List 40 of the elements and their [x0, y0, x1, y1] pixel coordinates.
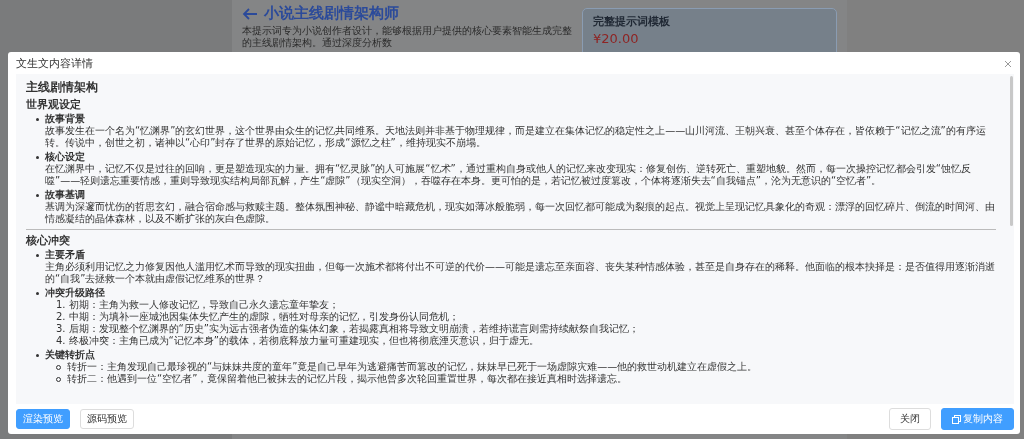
bullet-icon	[36, 253, 39, 257]
section-heading: 核心冲突	[26, 234, 71, 248]
item-label: 主要矛盾	[45, 249, 85, 261]
item-text: 主角必须利用记忆之力修复因他人滥用忆术而导致的现实扭曲，但每一次施术都将付出不可逆的代价——可能是遗忘至亲面容、丧失某种情感体验，甚至是自身存在的稀释。他面临的根本抉择是：是否值得用逐渐消逝的“自我”去拯救一个本就由虚假记忆维系的世界？	[45, 261, 996, 285]
step-number: 3.	[56, 323, 66, 335]
step-text: 中期：为填补一座城池因集体失忆产生的虚隙，牺牲对母亲的记忆，引发身份认同危机；	[68, 311, 459, 323]
bullet-icon	[36, 353, 39, 357]
view-tab[interactable]: 源码预览	[80, 409, 134, 429]
item-text: 故事发生在一个名为“忆渊界”的玄幻世界，这个世界由众生的记忆共同维系。天地法则并非基于物理规律，而是建立在集体记忆的稳定性之上——山川河流、王朝兴衰、甚至个体存在，皆依赖于“记忆之流”的有序运转。传说中，创世之初，诸神以“心印”封存了世界的原始记忆，形成“源忆之柱”，维持现实不崩塌。	[45, 125, 987, 149]
item-label: 关键转折点	[45, 349, 95, 361]
page-title: 小说主线剧情架构师	[264, 4, 399, 23]
point-text: 转折二：他遇到一位“空忆者”，竟保留着他已被抹去的记忆片段，揭示他曾多次轮回重置世界，每次都在接近真相时选择遗忘。	[67, 373, 628, 385]
card-title: 完整提示词模板	[593, 14, 671, 29]
price-text: ¥20.00	[593, 31, 640, 46]
step-text: 后期：发现整个忆渊界的“历史”实为远古强者伪造的集体幻象，若揭露真相将导致文明崩溃，若维持谎言则需持续献祭自我记忆；	[68, 323, 639, 335]
copy-icon	[952, 414, 961, 424]
step-number: 1.	[56, 299, 66, 311]
section-heading: 世界观设定	[26, 98, 82, 112]
scrollbar[interactable]	[1010, 76, 1013, 226]
step-number: 2.	[56, 311, 66, 323]
close-button[interactable]: 关闭	[889, 408, 931, 430]
item-label: 故事基调	[45, 189, 85, 201]
bullet-icon	[36, 291, 39, 295]
item-label: 冲突升级路径	[45, 287, 105, 299]
content-title: 主线剧情架构	[26, 79, 99, 96]
bullet-icon	[36, 117, 39, 121]
item-label: 核心设定	[45, 151, 85, 163]
close-icon[interactable]	[1004, 59, 1012, 68]
description-text: 本提示词专为小说创作者设计，能够根据用户提供的核心要素智能生成完整的主线剧情架构。通过深度分析数	[242, 25, 572, 49]
item-text: 在忆渊界中，记忆不仅是过往的回响，更是塑造现实的力量。拥有“忆灵脉”的人可施展“忆术”，通过重构自身或他人的记忆来改变现实：修复创伤、逆转死亡、重塑地貌。然而，每一次操控记忆都会引发“蚀忆反噬”——轻则遗忘重要情感，重则导致现实结构局部瓦解，产生“虚隙”（现实空洞），吞噬存在本身。更可怕的是，若记忆被过度篡改，个体将逐渐失去“自我锚点”，沦为无意识的“空忆者”。	[45, 163, 972, 187]
step-number: 4.	[56, 335, 66, 347]
item-text: 基调为深邃而忧伤的哲思玄幻，融合宿命感与救赎主题。整体氛围神秘、静谧中暗藏危机，现实如薄冰般脆弱，每一次回忆都可能成为裂痕的起点。视觉上呈现记忆具象化的奇观：漂浮的回忆碎片、倒流的时间河、由情感凝结的晶体森林，以及不断扩张的灰白色虚隙。	[45, 201, 996, 225]
item-label: 故事背景	[45, 113, 85, 125]
bullet-icon	[36, 155, 39, 159]
step-text: 初期：主角为救一人修改记忆，导致自己永久遗忘童年挚友；	[68, 299, 339, 311]
point-text: 转折一：主角发现自己最珍视的“与妹妹共度的童年”竟是自己早年为逃避痛苦而篡改的记忆，妹妹早已死于一场虚隙灾难——他的救世动机建立在虚假之上。	[67, 361, 758, 373]
bullet-icon	[36, 193, 39, 197]
step-text: 终极冲突：主角已成为“记忆本身”的载体，若彻底释放力量可重建现实，但也将彻底湮灭意识，归于虚无。	[68, 335, 539, 347]
dialog-title: 文生文内容详情	[16, 56, 93, 71]
back-arrow-icon[interactable]	[242, 6, 258, 21]
